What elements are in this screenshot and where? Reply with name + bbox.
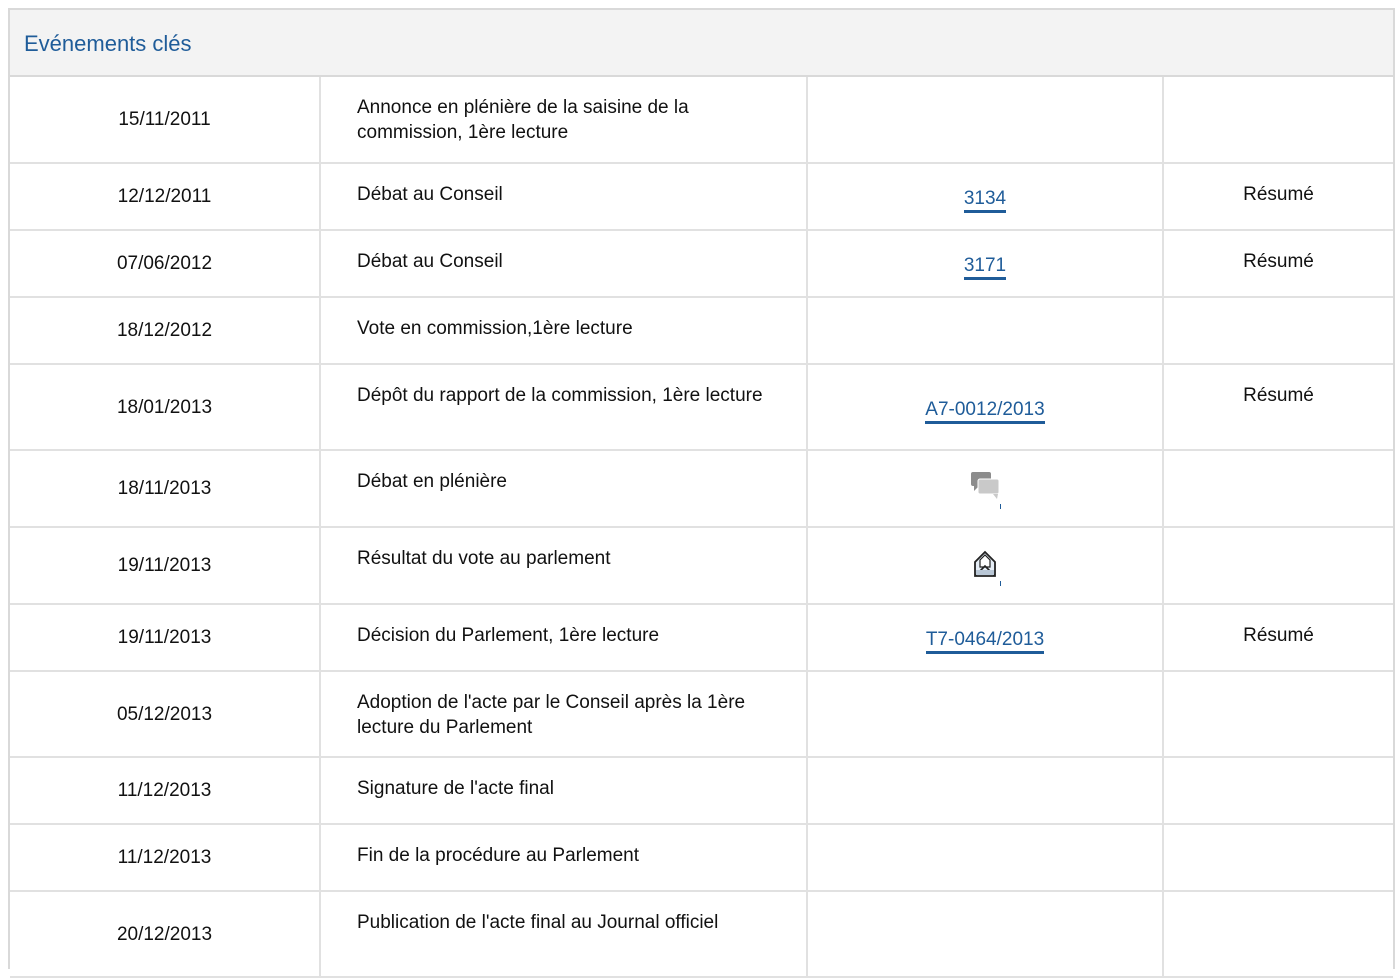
event-title: Annonce en plénière de la saisine de la … [320,77,808,164]
event-row: 18/12/2012 Vote en commission,1ère lectu… [10,297,1393,365]
events-table: 15/11/2011 Annonce en plénière de la sai… [10,77,1393,978]
event-date: 15/11/2011 [10,77,321,164]
event-date: 20/12/2013 [10,891,321,978]
event-title: Dépôt du rapport de la commission, 1ère … [320,364,808,451]
event-reference [807,824,1164,892]
summary-link[interactable]: Résumé [1163,364,1393,451]
event-date: 19/11/2013 [10,604,321,672]
event-date: 11/12/2013 [10,824,321,892]
event-row: 12/12/2011 Débat au Conseil 3134 Résumé [10,163,1393,231]
event-reference: 3171 [807,230,1164,298]
event-summary [1163,757,1393,825]
event-reference [807,297,1164,365]
event-date: 11/12/2013 [10,757,321,825]
event-title: Vote en commission,1ère lecture [320,297,808,365]
panel-title: Evénements clés [24,30,192,56]
event-reference [807,77,1164,164]
reference-link[interactable]: 3134 [963,188,1007,213]
event-row: 19/11/2013 Résultat du vote au parlement [10,527,1393,605]
summary-link[interactable]: Résumé [1163,604,1393,672]
event-reference [807,527,1164,605]
event-row: 18/11/2013 Débat en plénière [10,450,1393,528]
event-row: 20/12/2013 Publication de l'acte final a… [10,891,1393,978]
summary-link[interactable]: Résumé [1163,230,1393,298]
event-row: 15/11/2011 Annonce en plénière de la sai… [10,77,1393,164]
reference-link[interactable]: 3171 [963,255,1007,280]
event-date: 12/12/2011 [10,163,321,231]
event-summary [1163,527,1393,605]
event-summary [1163,297,1393,365]
event-reference [807,757,1164,825]
event-summary [1163,77,1393,164]
event-reference: T7-0464/2013 [807,604,1164,672]
vote-ballot-icon[interactable] [967,546,1003,586]
key-events-panel: Evénements clés 15/11/2011 Annonce en pl… [8,8,1395,978]
event-summary [1163,450,1393,528]
event-summary [1163,671,1393,758]
event-row: 11/12/2013 Fin de la procédure au Parlem… [10,824,1393,892]
reference-link[interactable]: A7-0012/2013 [925,398,1045,424]
panel-header: Evénements clés [10,10,1393,77]
event-title: Adoption de l'acte par le Conseil après … [320,671,808,758]
event-row: 05/12/2013 Adoption de l'acte par le Con… [10,671,1393,758]
event-title: Débat au Conseil [320,163,808,231]
event-reference: A7-0012/2013 [807,364,1164,451]
event-row: 19/11/2013 Décision du Parlement, 1ère l… [10,604,1393,672]
event-date: 05/12/2013 [10,671,321,758]
event-title: Fin de la procédure au Parlement [320,824,808,892]
event-summary [1163,891,1393,978]
event-date: 18/01/2013 [10,364,321,451]
event-row: 07/06/2012 Débat au Conseil 3171 Résumé [10,230,1393,298]
summary-link[interactable]: Résumé [1163,163,1393,231]
event-title: Résultat du vote au parlement [320,527,808,605]
event-date: 07/06/2012 [10,230,321,298]
event-date: 19/11/2013 [10,527,321,605]
event-reference: 3134 [807,163,1164,231]
event-title: Décision du Parlement, 1ère lecture [320,604,808,672]
event-date: 18/11/2013 [10,450,321,528]
event-row: 11/12/2013 Signature de l'acte final [10,757,1393,825]
event-date: 18/12/2012 [10,297,321,365]
debate-icon[interactable] [967,469,1003,509]
event-title: Signature de l'acte final [320,757,808,825]
event-title: Publication de l'acte final au Journal o… [320,891,808,978]
event-reference [807,450,1164,528]
reference-link[interactable]: T7-0464/2013 [925,629,1045,654]
event-summary [1163,824,1393,892]
event-title: Débat en plénière [320,450,808,528]
event-reference [807,891,1164,978]
event-title: Débat au Conseil [320,230,808,298]
event-row: 18/01/2013 Dépôt du rapport de la commis… [10,364,1393,451]
event-reference [807,671,1164,758]
